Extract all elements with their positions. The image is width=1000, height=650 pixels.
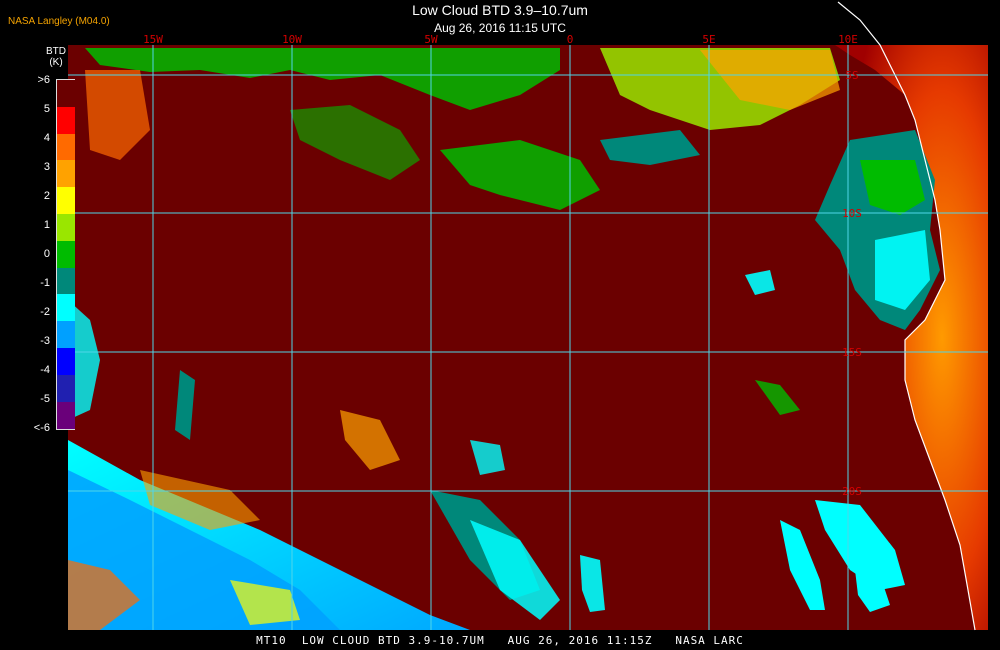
legend-label: -4 bbox=[40, 364, 50, 376]
latitude-label: 20S bbox=[842, 485, 862, 498]
legend-label: 1 bbox=[43, 219, 50, 231]
legend-swatch bbox=[57, 374, 75, 402]
legend-label: -1 bbox=[40, 277, 50, 289]
legend-swatch bbox=[57, 348, 75, 375]
legend-title-line1: BTD bbox=[46, 46, 66, 57]
legend-title: BTD (K) bbox=[40, 46, 72, 68]
legend-label: 3 bbox=[43, 161, 50, 173]
latitude-label: 10S bbox=[842, 207, 862, 220]
legend-label: -2 bbox=[40, 306, 50, 318]
legend-swatch bbox=[57, 80, 75, 107]
legend-label: 0 bbox=[43, 248, 50, 260]
map-timestamp: Aug 26, 2016 11:15 UTC bbox=[434, 21, 566, 35]
map-title: Low Cloud BTD 3.9–10.7um bbox=[412, 2, 588, 18]
legend-swatch bbox=[57, 294, 75, 322]
legend-label: <-6 bbox=[33, 422, 50, 434]
footer-caption: MT10 LOW CLOUD BTD 3.9-10.7UM AUG 26, 20… bbox=[256, 634, 744, 647]
latitude-label: 15S bbox=[842, 346, 862, 359]
provider-label: NASA Langley (M04.0) bbox=[8, 16, 110, 27]
legend-label: 5 bbox=[43, 103, 50, 115]
legend-swatch bbox=[57, 106, 75, 134]
latitude-label: 5S bbox=[845, 69, 858, 82]
legend-swatch bbox=[57, 187, 75, 215]
legend-label: 4 bbox=[43, 132, 50, 144]
legend-swatch bbox=[57, 401, 75, 429]
legend-label: >6 bbox=[37, 74, 50, 86]
legend-swatch bbox=[57, 267, 75, 295]
legend-label: -3 bbox=[40, 335, 50, 347]
legend-swatch bbox=[57, 133, 75, 161]
legend-title-line2: (K) bbox=[49, 57, 63, 68]
legend-swatch bbox=[57, 321, 75, 349]
map-canvas: 15W 10W 5W 0 5E 10E5S10S15S20S bbox=[68, 1, 988, 631]
legend-label: 2 bbox=[43, 190, 50, 202]
legend-swatch bbox=[57, 160, 75, 188]
legend-swatch bbox=[57, 214, 75, 241]
legend-label: -5 bbox=[40, 393, 50, 405]
legend-swatch bbox=[57, 240, 75, 268]
